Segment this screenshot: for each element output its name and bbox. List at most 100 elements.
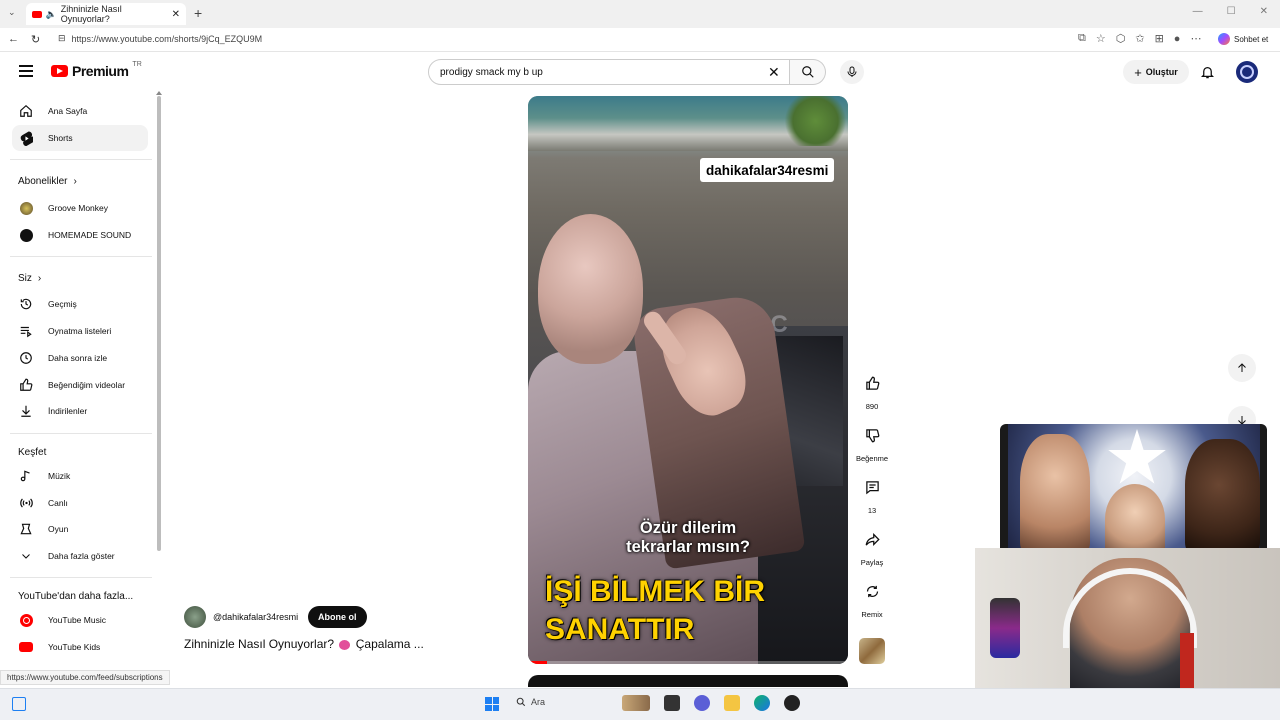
reload-icon[interactable]: ↻ [31,33,40,46]
browser-tab[interactable]: 🔈 Zihninizle Nasıl Oynuyorlar? ✕ [26,3,186,25]
remix-button[interactable] [857,576,887,606]
webcam-overlay [975,548,1280,688]
tab-close-icon[interactable]: ✕ [172,9,180,20]
share-action: Paylaş [855,524,889,567]
sidebar-item-label: Müzik [48,471,71,481]
file-explorer-icon[interactable] [724,695,740,711]
sidebar-item-playlists[interactable]: Oynatma listeleri [12,318,148,344]
youtube-music-icon [18,612,34,628]
scroll-up-icon[interactable] [156,91,162,95]
like-count: 890 [865,402,879,411]
sidebar-item-label: HOMEMADE SOUND [48,230,132,240]
video-subtitle: Özür dilerim tekrarlar mısın? [528,519,848,557]
video-progress-bar[interactable] [528,661,848,664]
search-input[interactable]: prodigy smack my b up [428,59,790,85]
new-tab-button[interactable]: + [194,5,202,21]
window-controls: — ☐ ✕ [1193,6,1268,17]
teams-chat-icon[interactable] [694,695,710,711]
video-title[interactable]: Zihninizle Nasıl Oynuyorlar? Çapalama ..… [184,637,424,651]
like-button[interactable] [857,368,887,398]
webcam-chair [1180,633,1194,688]
sidebar-item-home[interactable]: Ana Sayfa [12,98,148,124]
channel-avatar[interactable] [184,606,206,628]
microphone-icon [847,66,857,77]
album-person-center [1105,484,1165,554]
status-link-preview: https://www.youtube.com/feed/subscriptio… [0,670,170,685]
sidebar-item-watch-later[interactable]: Daha sonra izle [12,345,148,371]
playlist-icon [18,323,34,339]
heading-label: YouTube'dan daha fazla... [18,591,134,602]
copilot-button[interactable]: Sohbet et [1218,33,1268,45]
extension-icon[interactable]: ⬡ [1116,32,1126,45]
minimize-icon[interactable]: — [1193,6,1203,17]
collections-icon[interactable]: ⊞ [1155,32,1164,45]
back-icon[interactable]: ← [8,33,19,46]
tab-list-chevron-icon[interactable]: ⌄ [8,7,16,18]
sound-thumbnail[interactable] [859,638,885,664]
you-heading[interactable]: Siz › [12,265,148,291]
comments-button[interactable] [857,472,887,502]
url-field[interactable]: ⊟ https://www.youtube.com/shorts/9jCq_EZ… [58,33,262,44]
sidebar-item-youtube-music[interactable]: YouTube Music [12,607,148,633]
taskbar-search-label: Ara [531,697,546,707]
sidebar-item-label: YouTube Kids [48,642,101,652]
create-button[interactable]: + Oluştur [1123,60,1189,84]
clear-search-icon[interactable]: ✕ [768,64,780,81]
sidebar-item-liked-videos[interactable]: Beğendiğim videolar [12,372,148,398]
favorites-icon[interactable]: ✩ [1135,32,1144,45]
taskbar-news-icon[interactable] [622,695,650,711]
previous-short-button[interactable] [1228,354,1256,382]
progress-fill [528,661,548,664]
like-action: 890 [855,368,889,411]
shorts-video-player[interactable]: BUIC dahikafalar34resmi Özür dilerim tek… [528,96,848,664]
taskbar-apps [622,695,800,711]
task-view-icon[interactable] [664,695,680,711]
account-avatar[interactable] [1236,61,1258,83]
home-icon [18,103,34,119]
next-short-preview[interactable] [528,675,848,687]
more-menu-icon[interactable]: ⋯ [1190,32,1201,45]
share-button[interactable] [857,524,887,554]
shorts-icon [18,130,34,146]
edge-browser-icon[interactable] [754,695,770,711]
sidebar-item-live[interactable]: Canlı [12,490,148,516]
dislike-button[interactable] [857,420,887,450]
sidebar-item-downloads[interactable]: İndirilenler [12,398,148,424]
profile-icon[interactable]: ● [1174,33,1181,45]
sidebar-item-youtube-kids[interactable]: YouTube Kids [12,634,148,660]
favorite-star-icon[interactable]: ☆ [1096,32,1106,45]
sidebar-scrollbar[interactable] [157,96,161,551]
widgets-icon[interactable] [12,697,26,711]
maximize-icon[interactable]: ☐ [1227,6,1236,17]
app-available-icon[interactable]: ⧉ [1078,32,1086,45]
explore-heading: Keşfet [18,447,46,458]
speaker-icon: 🔈 [45,8,57,19]
windows-start-icon[interactable] [485,697,499,711]
sidebar-item-show-more[interactable]: Daha fazla göster [12,543,148,569]
sidebar-item-gaming[interactable]: Oyun [12,516,148,542]
logo-text: Premium [72,63,129,79]
sidebar-item-music[interactable]: Müzik [12,463,148,489]
menu-icon[interactable] [19,65,33,77]
window-close-icon[interactable]: ✕ [1260,6,1268,17]
thumbs-down-icon [865,428,879,442]
notifications-button[interactable] [1200,64,1215,85]
sidebar-item-shorts[interactable]: Shorts [12,125,148,151]
channel-avatar-icon [18,227,34,243]
more-from-youtube-heading: YouTube'dan daha fazla... [18,591,133,602]
download-icon [18,403,34,419]
browser-toolbar-icons: ⧉ ☆ ⬡ ✩ ⊞ ● ⋯ [1078,32,1201,45]
sidebar-item-history[interactable]: Geçmiş [12,291,148,317]
site-info-icon[interactable]: ⊟ [58,33,66,44]
channel-handle[interactable]: @dahikafalar34resmi [213,612,298,622]
sidebar-item-homemade-sound[interactable]: HOMEMADE SOUND [12,222,148,248]
share-label: Paylaş [860,558,884,567]
search-button[interactable] [790,59,826,85]
voice-search-button[interactable] [840,60,864,84]
subscriptions-heading[interactable]: Abonelikler › [12,168,148,194]
youtube-premium-logo[interactable]: Premium TR [51,61,142,79]
subscribe-button[interactable]: Abone ol [308,606,367,628]
sidebar-item-groove-monkey[interactable]: Groove Monkey [12,195,148,221]
app-icon[interactable] [784,695,800,711]
taskbar-search[interactable]: Ara [516,697,545,707]
